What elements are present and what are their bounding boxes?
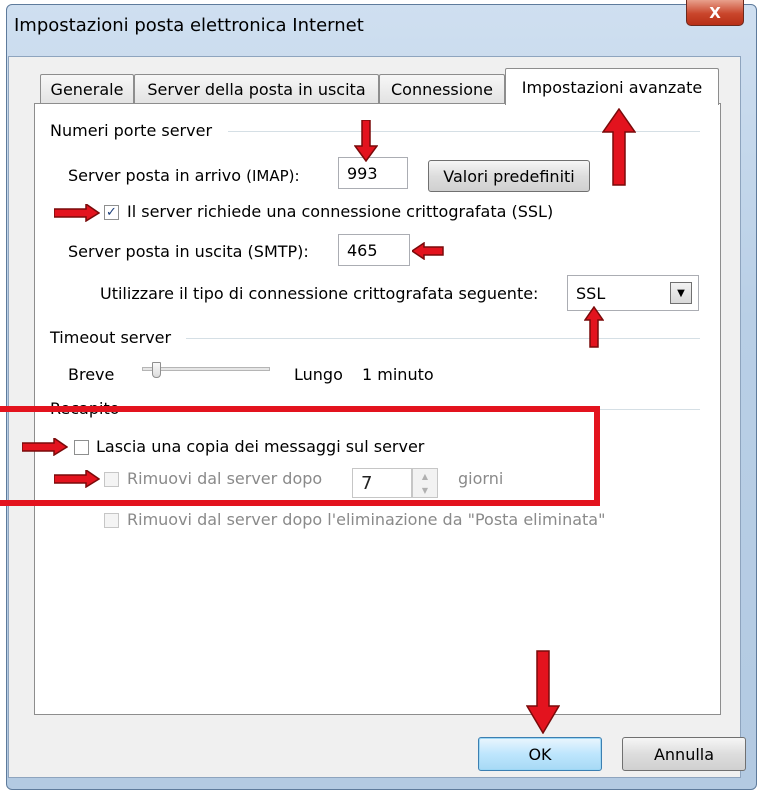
timeout-slider-track[interactable] [142,367,270,371]
timeout-slider-thumb[interactable] [152,362,161,378]
tab-generale[interactable]: Generale [40,74,134,104]
outgoing-port-input[interactable]: 465 [338,234,410,266]
ssl-checkbox-label: Il server richiede una connessione critt… [127,202,554,221]
ok-button[interactable]: OK [478,737,602,771]
group-label-timeout: Timeout server [50,328,172,347]
remove-deleted-label: Rimuovi dal server dopo l'eliminazione d… [127,510,606,529]
tab-label: Connessione [391,80,493,99]
incoming-protocol-text: (IMAP): [246,167,300,185]
tab-label: Server della posta in uscita [147,80,366,99]
group-divider [186,338,700,339]
incoming-label-text: Server posta in arrivo [68,166,242,185]
tab-label: Impostazioni avanzate [521,77,703,97]
outgoing-server-label: Server posta in uscita (SMTP): [68,242,309,261]
arrow-down-icon [526,650,560,734]
tab-server-uscita[interactable]: Server della posta in uscita [134,74,379,104]
tab-label: Generale [50,80,124,99]
defaults-button[interactable]: Valori predefiniti [428,160,590,192]
window-title: Impostazioni posta elettronica Internet [14,15,364,36]
arrow-up-icon [602,108,636,186]
incoming-server-label: Server posta in arrivo (IMAP): [68,166,300,185]
arrow-left-icon [412,242,444,260]
arrow-right-icon [22,438,68,456]
timeout-short-label: Breve [68,365,115,384]
annotation-highlight-box [0,406,600,506]
remove-deleted-checkbox[interactable] [104,513,119,528]
chevron-down-icon[interactable]: ▼ [670,282,692,304]
cancel-button[interactable]: Annulla [622,737,746,771]
tab-connessione[interactable]: Connessione [379,74,505,104]
timeout-long-label: Lungo [294,365,343,384]
arrow-right-icon [54,470,100,488]
tab-impostazioni-avanzate[interactable]: Impostazioni avanzate [505,68,719,105]
check-icon: ✓ [106,205,117,220]
close-icon: X [709,3,721,22]
close-button[interactable]: X [686,0,744,26]
encryption-selected-value: SSL [576,283,606,303]
arrow-up-icon [584,306,604,348]
timeout-value: 1 minuto [362,365,434,384]
group-label-ports: Numeri porte server [50,121,213,140]
arrow-down-icon [354,120,378,162]
arrow-right-icon [54,204,100,222]
ssl-checkbox[interactable]: ✓ [104,205,119,220]
encryption-type-label: Utilizzare il tipo di connessione critto… [100,284,539,303]
